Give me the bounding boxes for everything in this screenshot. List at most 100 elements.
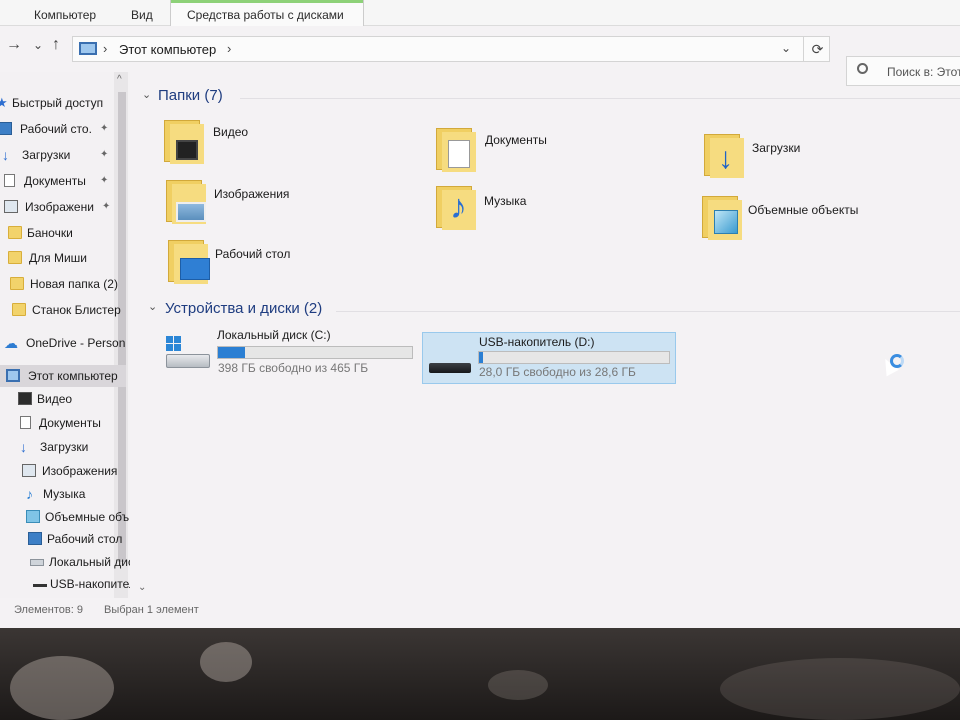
sidebar-item-quick-access[interactable]: ★ Быстрый доступ [0, 92, 114, 114]
drive-free-space: 28,0 ГБ свободно из 28,6 ГБ [479, 365, 636, 379]
documents-icon [20, 416, 31, 429]
desktop-icon [0, 122, 12, 135]
drive-usage-fill [479, 352, 483, 363]
sidebar-item-music[interactable]: ♪ Музыка [0, 483, 114, 505]
forward-icon[interactable]: → [6, 36, 22, 54]
sidebar-item-label: Этот компьютер [28, 369, 118, 383]
star-icon: ★ [0, 95, 8, 110]
pictures-icon [22, 464, 36, 477]
busy-spinner-icon [890, 354, 904, 368]
drive-usage-bar [217, 346, 413, 359]
sidebar-scroll-thumb[interactable] [118, 92, 126, 562]
sidebar-item-downloads[interactable]: ↓ Загрузки [0, 436, 114, 458]
music-icon: ♪ [26, 486, 33, 502]
download-icon: ↓ [20, 439, 27, 455]
tab-drive-tools[interactable]: Средства работы с дисками [170, 0, 364, 26]
pin-icon[interactable]: ✦ [100, 144, 108, 166]
folder-icon [8, 226, 22, 239]
collapse-folders-icon[interactable]: ⌄ [142, 88, 151, 101]
sidebar-item-folder[interactable]: Для Миши [0, 247, 114, 269]
sidebar-item-desktop[interactable]: Рабочий стол [0, 528, 122, 550]
group-divider [240, 98, 960, 99]
tab-view[interactable]: Вид [131, 4, 153, 26]
download-icon: ↓ [2, 147, 9, 163]
breadcrumb-separator-2[interactable]: › [227, 41, 231, 56]
pc-icon [6, 369, 20, 382]
sidebar-item-label: Для Миши [29, 251, 87, 265]
sidebar-item-label: Видео [37, 392, 73, 406]
sidebar-item-folder[interactable]: Новая папка (2) [0, 273, 124, 295]
sidebar-item-label: Баночки [27, 226, 73, 240]
pictures-icon [4, 200, 18, 213]
breadcrumb-separator[interactable]: › [103, 41, 107, 56]
folder-label: Видео [213, 125, 249, 139]
local-disk-icon [166, 354, 210, 368]
address-dropdown-icon[interactable]: ⌄ [781, 41, 791, 55]
recent-locations-icon[interactable]: ⌄ [33, 38, 43, 52]
windows-logo-icon [166, 336, 182, 352]
scroll-up-icon[interactable]: ^ [117, 74, 122, 85]
folder-icon [10, 277, 24, 290]
sidebar-item-this-pc[interactable]: Этот компьютер [0, 365, 126, 387]
folder-label: Изображения [214, 187, 290, 201]
documents-folder-icon [436, 128, 478, 172]
sidebar-item-pictures-pinned[interactable]: Изображени ✦ [0, 196, 114, 218]
folder-icon [12, 303, 26, 316]
folder-icon [8, 251, 22, 264]
folder-label: Загрузки [752, 141, 801, 155]
sidebar-item-downloads-pinned[interactable]: ↓ Загрузки ✦ [0, 144, 114, 166]
drive-name: USB-накопитель (D:) [479, 335, 595, 349]
drive-usage-fill [218, 347, 245, 358]
video-folder-icon [164, 120, 206, 164]
light-reflection [720, 658, 960, 720]
drive-item-usb-d[interactable]: USB-накопитель (D:) 28,0 ГБ свободно из … [422, 332, 676, 384]
sidebar-item-pictures[interactable]: Изображения [0, 460, 118, 482]
collapse-drives-icon[interactable]: ⌄ [148, 300, 157, 313]
drive-icon [30, 559, 44, 566]
folder-label: Объемные объекты [748, 203, 859, 217]
up-icon[interactable]: ↑ [52, 36, 60, 54]
sidebar-item-label: Локальный дис [49, 555, 130, 569]
sidebar-item-documents-pinned[interactable]: Документы ✦ [0, 170, 114, 192]
sidebar-item-label: Загрузки [40, 440, 89, 454]
tab-computer[interactable]: Компьютер [34, 4, 96, 26]
sidebar-item-folder[interactable]: Станок Блистер [0, 299, 124, 321]
light-reflection [10, 656, 114, 720]
ribbon: Компьютер Вид Средства работы с дисками [0, 0, 960, 26]
sidebar-item-label: Загрузки [22, 148, 71, 162]
sidebar-item-label: Объемные объ [45, 510, 130, 524]
explorer-window: Компьютер Вид Средства работы с дисками … [0, 0, 960, 628]
sidebar-item-usb[interactable]: USB-накопител [0, 573, 130, 595]
music-folder-icon: ♪ [436, 186, 478, 230]
cloud-icon: ☁ [4, 335, 18, 351]
pin-icon[interactable]: ✦ [102, 196, 110, 218]
sidebar-item-local-disk[interactable]: Локальный дис [0, 551, 130, 573]
address-bar[interactable]: › Этот компьютер › ⌄ ⟳ [72, 36, 830, 62]
pin-icon[interactable]: ✦ [100, 118, 108, 140]
monitor-bezel [0, 628, 960, 720]
computer-icon [79, 42, 97, 55]
sidebar-item-documents[interactable]: Документы [0, 412, 114, 434]
sidebar-item-video[interactable]: Видео [0, 388, 114, 410]
group-header-drives[interactable]: Устройства и диски (2) [165, 300, 322, 317]
breadcrumb-this-pc[interactable]: Этот компьютер [119, 42, 216, 57]
sidebar-item-label: Музыка [43, 487, 86, 501]
light-reflection [488, 670, 548, 700]
sidebar-item-onedrive[interactable]: ☁ OneDrive - Person [0, 332, 125, 354]
pictures-folder-icon [166, 180, 208, 224]
refresh-icon[interactable]: ⟳ [803, 37, 831, 61]
sidebar-item-desktop-pinned[interactable]: Рабочий сто. ✦ [0, 118, 114, 140]
sidebar-item-label: USB-накопител [50, 577, 130, 591]
drive-name: Локальный диск (C:) [217, 328, 331, 342]
navigation-bar: → ⌄ ↑ › Этот компьютер › ⌄ ⟳ [0, 30, 960, 66]
tab-drive-tools-label: Средства работы с дисками [187, 8, 344, 22]
sidebar-item-label: Быстрый доступ [12, 96, 104, 110]
pin-icon[interactable]: ✦ [100, 170, 108, 192]
sidebar-item-label: Изображения [42, 464, 118, 478]
folder-label: Документы [485, 133, 547, 147]
sidebar-item-label: Изображени [25, 200, 94, 214]
sidebar-item-3d-objects[interactable]: Объемные объ [0, 506, 129, 528]
item-count: Элементов: 9 [14, 604, 83, 616]
sidebar-item-folder[interactable]: Баночки [0, 222, 114, 244]
group-header-folders[interactable]: Папки (7) [158, 87, 223, 104]
